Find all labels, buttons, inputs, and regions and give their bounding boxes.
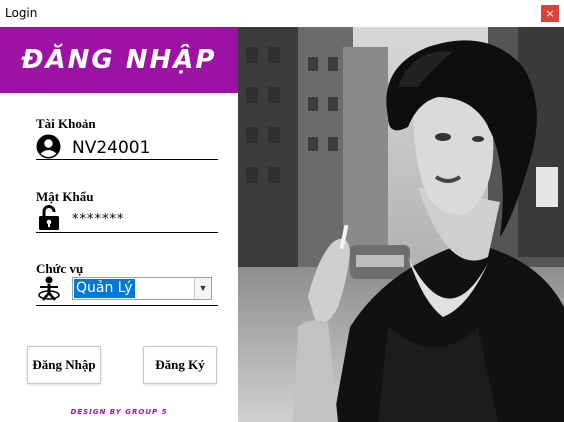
- user-circle-icon: [36, 134, 61, 159]
- role-underline: [36, 305, 218, 306]
- account-input[interactable]: NV24001: [72, 138, 150, 158]
- window-title: Login: [5, 6, 38, 20]
- close-button[interactable]: ×: [541, 5, 559, 22]
- account-label: Tài Khoản: [36, 116, 96, 131]
- password-underline: [36, 232, 218, 233]
- register-button[interactable]: Đăng Ký: [143, 346, 217, 384]
- form-header: ĐĂNG NHẬP: [0, 27, 238, 93]
- role-select[interactable]: Quản Lý ▼: [72, 277, 212, 300]
- login-button[interactable]: Đăng Nhập: [27, 346, 101, 384]
- password-input[interactable]: *******: [72, 212, 125, 227]
- password-label: Mật Khẩu: [36, 189, 94, 204]
- portrait-photo-art: [238, 27, 564, 422]
- chevron-down-icon[interactable]: ▼: [194, 278, 211, 299]
- title-bar: Login ×: [0, 0, 564, 27]
- person-icon: [38, 276, 60, 301]
- footer-credit: DESIGN BY GROUP 5: [70, 408, 168, 416]
- login-form-panel: ĐĂNG NHẬP Tài Khoản NV24001 Mật Khẩu ***…: [0, 27, 238, 422]
- unlocked-padlock-icon: [39, 205, 59, 230]
- role-label: Chức vụ: [36, 261, 84, 276]
- account-underline: [36, 159, 218, 160]
- form-title: ĐĂNG NHẬP: [21, 45, 217, 75]
- portrait-photo: [238, 27, 564, 422]
- role-selected-value: Quản Lý: [74, 279, 135, 298]
